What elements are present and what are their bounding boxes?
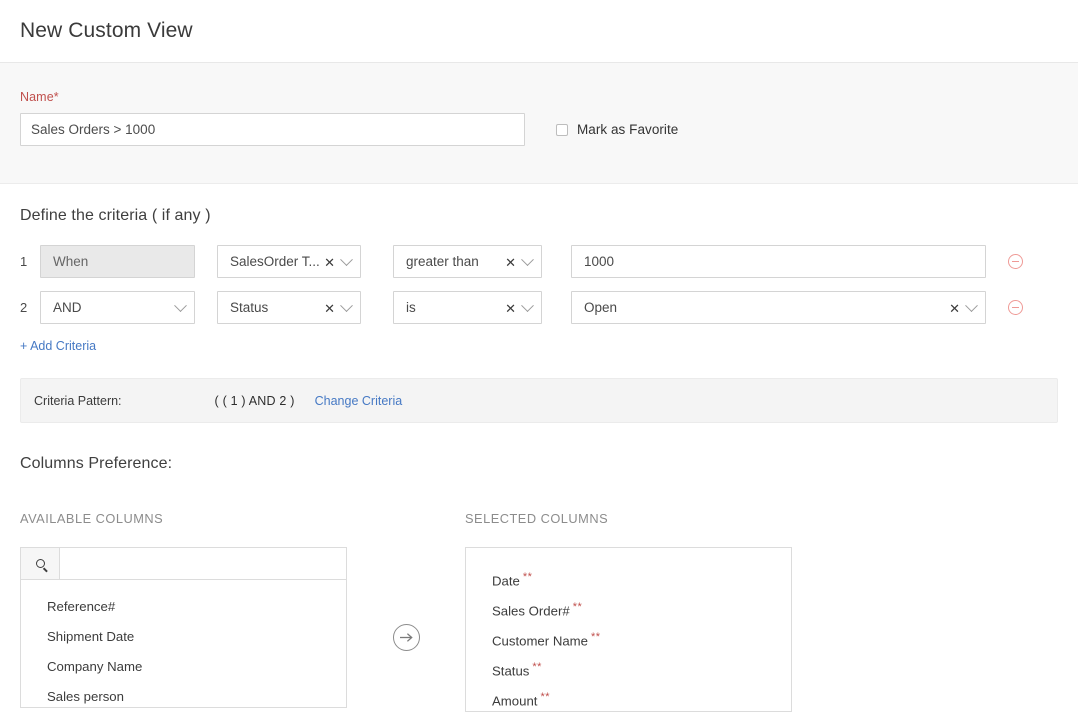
page-title: New Custom View [20, 19, 193, 43]
move-to-selected-button[interactable] [393, 624, 420, 651]
move-columns-control [347, 511, 465, 712]
criteria-connector-value: When [53, 254, 88, 269]
selected-column-label: Status [492, 663, 529, 678]
criteria-comparator-value: is [406, 300, 416, 315]
selected-columns-pane: SELECTED COLUMNS Date** Sales Order#** C… [465, 511, 792, 712]
criteria-connector-icons [176, 292, 185, 325]
clear-icon[interactable]: ✕ [324, 256, 335, 269]
available-columns-list[interactable]: Reference# Shipment Date Company Name Sa… [20, 580, 347, 708]
selected-column-label: Customer Name [492, 633, 588, 648]
criteria-comparator-icons: ✕ [505, 292, 532, 325]
list-item[interactable]: Date** [466, 562, 791, 592]
chevron-down-icon[interactable] [965, 299, 978, 312]
criteria-comparator-select[interactable]: is ✕ [393, 291, 542, 324]
list-item[interactable]: Sales Order#** [466, 592, 791, 622]
criteria-value-input[interactable] [584, 246, 985, 277]
required-marker: ** [540, 691, 550, 703]
chevron-down-icon[interactable] [340, 299, 353, 312]
criteria-value-text: Open [584, 300, 617, 315]
criteria-field-icons: ✕ [324, 292, 351, 325]
criteria-field-value: SalesOrder T... [230, 254, 320, 269]
list-item[interactable]: Shipment Date [21, 622, 346, 652]
criteria-row: 1 When SalesOrder T... ✕ greater than ✕ [20, 245, 1058, 278]
columns-preference-title: Columns Preference: [0, 455, 1078, 473]
clear-icon[interactable]: ✕ [949, 302, 960, 315]
name-section: Name* Mark as Favorite [0, 63, 1078, 184]
name-label: Name* [20, 90, 1058, 104]
remove-criteria-button[interactable] [1008, 254, 1023, 269]
criteria-connector-value: AND [53, 300, 82, 315]
criteria-rows: 1 When SalesOrder T... ✕ greater than ✕ [20, 245, 1058, 324]
criteria-row-number: 1 [20, 254, 40, 269]
chevron-down-icon[interactable] [340, 253, 353, 266]
required-marker: ** [573, 601, 583, 613]
criteria-section-title: Define the criteria ( if any ) [20, 184, 1058, 225]
list-item[interactable]: Customer Name** [466, 622, 791, 652]
columns-preference-section: AVAILABLE COLUMNS Reference# Shipment Da… [0, 511, 1078, 712]
list-item[interactable]: Sales person [21, 682, 346, 708]
remove-criteria-button[interactable] [1008, 300, 1023, 315]
available-columns-search-input[interactable] [60, 548, 346, 579]
list-item[interactable]: Company Name [21, 652, 346, 682]
mark-as-favorite-control[interactable]: Mark as Favorite [556, 122, 678, 137]
selected-columns-list[interactable]: Date** Sales Order#** Customer Name** St… [465, 547, 792, 712]
criteria-field-icons: ✕ [324, 246, 351, 279]
available-columns-search-row [20, 547, 347, 580]
criteria-field-select[interactable]: SalesOrder T... ✕ [217, 245, 361, 278]
criteria-pattern-value: ( ( 1 ) AND 2 ) [215, 394, 295, 408]
criteria-row-number: 2 [20, 300, 40, 315]
list-item[interactable]: Amount** [466, 682, 791, 712]
selected-columns-header: SELECTED COLUMNS [465, 511, 792, 526]
chevron-down-icon[interactable] [521, 299, 534, 312]
page-header: New Custom View [0, 0, 1078, 63]
search-icon [36, 559, 45, 568]
search-button[interactable] [21, 548, 60, 579]
criteria-value-icons: ✕ [949, 292, 976, 325]
criteria-value-select[interactable]: Open ✕ [571, 291, 986, 324]
clear-icon[interactable]: ✕ [324, 302, 335, 315]
clear-icon[interactable]: ✕ [505, 256, 516, 269]
favorite-label: Mark as Favorite [577, 122, 678, 137]
criteria-comparator-select[interactable]: greater than ✕ [393, 245, 542, 278]
list-item[interactable]: Reference# [21, 592, 346, 622]
criteria-comparator-value: greater than [406, 254, 479, 269]
criteria-pattern-bar: Criteria Pattern: ( ( 1 ) AND 2 ) Change… [20, 378, 1058, 423]
required-marker: ** [523, 571, 533, 583]
criteria-section: Define the criteria ( if any ) 1 When Sa… [0, 184, 1078, 355]
available-columns-header: AVAILABLE COLUMNS [20, 511, 347, 526]
criteria-row: 2 AND Status ✕ is ✕ [20, 291, 1058, 324]
favorite-checkbox[interactable] [556, 124, 568, 136]
required-marker: ** [532, 661, 542, 673]
chevron-down-icon[interactable] [521, 253, 534, 266]
list-item[interactable]: Status** [466, 652, 791, 682]
criteria-field-select[interactable]: Status ✕ [217, 291, 361, 324]
criteria-field-value: Status [230, 300, 268, 315]
new-custom-view-page: New Custom View Name* Mark as Favorite D… [0, 0, 1078, 727]
selected-column-label: Sales Order# [492, 603, 570, 618]
chevron-down-icon[interactable] [174, 299, 187, 312]
selected-column-label: Amount [492, 693, 537, 708]
required-marker: ** [591, 631, 601, 643]
criteria-comparator-icons: ✕ [505, 246, 532, 279]
available-columns-pane: AVAILABLE COLUMNS Reference# Shipment Da… [20, 511, 347, 712]
criteria-connector-select: When [40, 245, 195, 278]
name-row: Mark as Favorite [20, 113, 1058, 146]
change-criteria-link[interactable]: Change Criteria [315, 394, 403, 408]
clear-icon[interactable]: ✕ [505, 302, 516, 315]
arrow-right-icon [399, 631, 414, 644]
view-name-input[interactable] [20, 113, 525, 146]
criteria-pattern-label: Criteria Pattern: [34, 394, 122, 408]
selected-column-label: Date [492, 573, 520, 588]
criteria-value-field[interactable] [571, 245, 986, 278]
add-criteria-link[interactable]: + Add Criteria [20, 339, 96, 353]
criteria-connector-select[interactable]: AND [40, 291, 195, 324]
